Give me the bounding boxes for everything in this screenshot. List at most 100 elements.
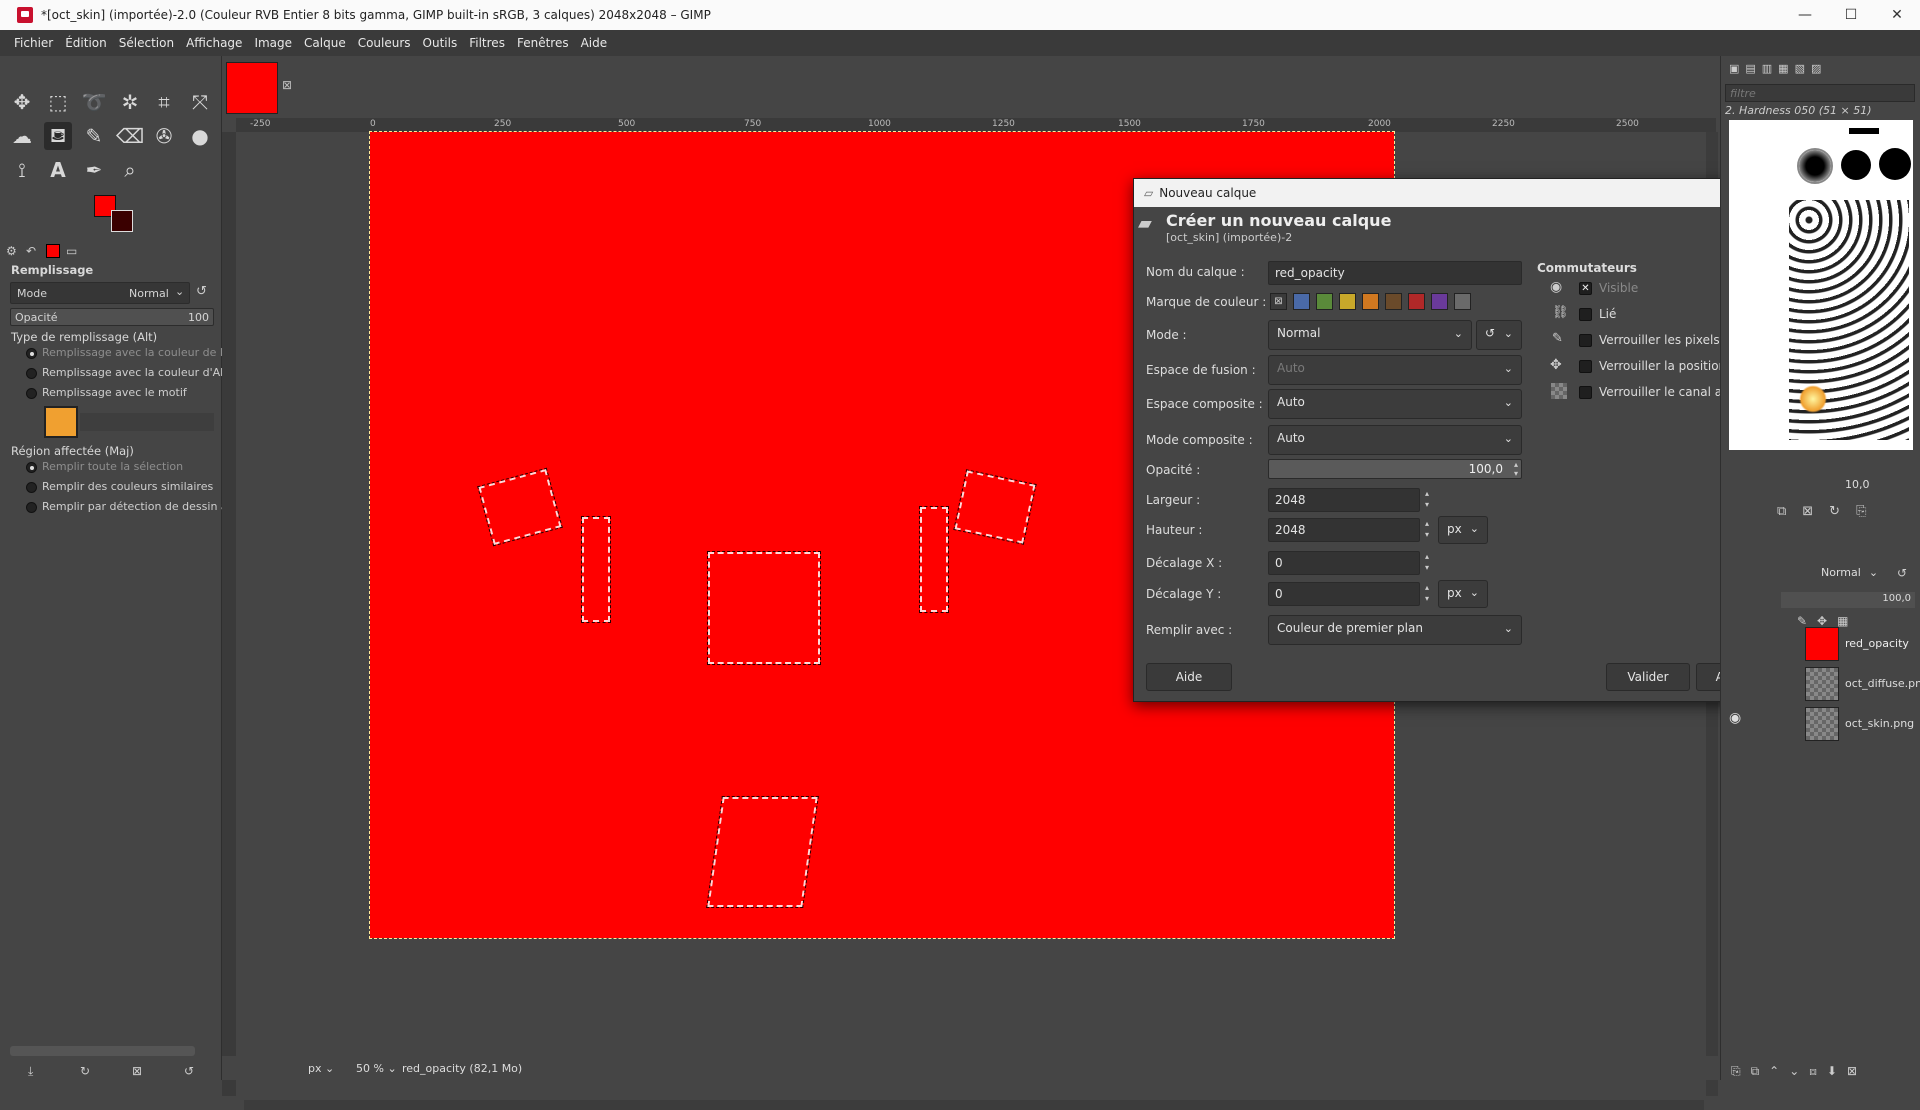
move-tool-icon[interactable]: ✥	[8, 88, 36, 116]
blend-space-combo[interactable]: Auto ⌄	[1268, 355, 1522, 385]
tag-yellow-swatch[interactable]	[1339, 293, 1356, 310]
horizontal-scrollbar[interactable]	[244, 1100, 1704, 1110]
fill-lineart-radio[interactable]	[26, 502, 37, 513]
tag-orange-swatch[interactable]	[1362, 293, 1379, 310]
reset-layer-mode-icon[interactable]: ↺	[1897, 566, 1907, 580]
background-color-swatch[interactable]	[111, 210, 133, 232]
zoom-combo[interactable]: 50 % ⌄	[356, 1062, 402, 1075]
eraser-tool-icon[interactable]: ⌫	[116, 122, 144, 150]
tag-gray-swatch[interactable]	[1454, 293, 1471, 310]
fill-bg-radio[interactable]	[26, 368, 37, 379]
brush-item[interactable]	[1879, 148, 1911, 180]
paths-tool-icon[interactable]: ⟟	[8, 156, 36, 184]
brush-actions[interactable]: ⧉⊠↻⎘	[1777, 504, 1882, 519]
lock-pixels-checkbox[interactable]	[1579, 334, 1592, 347]
height-spin-icon[interactable]: ▴ ▾	[1420, 518, 1434, 542]
menu-fichier[interactable]: Fichier	[8, 36, 59, 50]
fill-selection-radio[interactable]	[26, 462, 37, 473]
brush-filter-input[interactable]: filtre	[1725, 84, 1915, 102]
save-options-icon[interactable]: ⤓	[28, 1064, 33, 1079]
tag-violet-swatch[interactable]	[1431, 293, 1448, 310]
menu-calque[interactable]: Calque	[298, 36, 352, 50]
mode-group-combo[interactable]: ↺ ⌄	[1476, 320, 1522, 350]
reset-mode-icon[interactable]: ↺	[196, 284, 207, 299]
menu-aide[interactable]: Aide	[575, 36, 614, 50]
brush-item[interactable]	[1849, 128, 1879, 134]
brush-grid[interactable]	[1729, 120, 1913, 450]
tag-green-swatch[interactable]	[1316, 293, 1333, 310]
tag-brown-swatch[interactable]	[1385, 293, 1402, 310]
restore-options-icon[interactable]: ↻	[80, 1064, 90, 1078]
dock-tabs[interactable]: ▣▤▥▦▧▨	[1729, 62, 1909, 78]
bucket-fill-tool-icon[interactable]: ⛾	[44, 122, 72, 150]
eye-icon[interactable]: ◉	[1729, 710, 1741, 726]
tag-blue-swatch[interactable]	[1293, 293, 1310, 310]
offset-x-input[interactable]: 0	[1268, 551, 1420, 575]
color-tab-icon[interactable]	[46, 244, 60, 258]
clone-tool-icon[interactable]: ✇	[150, 122, 178, 150]
tool-options-tab-icon[interactable]: ⚙	[6, 244, 20, 258]
reset-options-icon[interactable]: ↺	[184, 1064, 194, 1078]
lock-position-checkbox[interactable]	[1579, 360, 1592, 373]
opacity-slider[interactable]: Opacité 100	[10, 308, 214, 326]
fuzzy-select-tool-icon[interactable]: ✲	[116, 88, 144, 116]
composite-mode-combo[interactable]: Auto ⌄	[1268, 425, 1522, 455]
fill-pattern-radio[interactable]	[26, 388, 37, 399]
warp-tool-icon[interactable]: ☁	[8, 122, 36, 150]
brush-item[interactable]	[1799, 385, 1827, 413]
menu-image[interactable]: Image	[248, 36, 298, 50]
undo-history-tab-icon[interactable]: ↶	[26, 244, 40, 258]
close-window-button[interactable]: ✕	[1874, 7, 1920, 23]
offset-x-spin-icon[interactable]: ▴ ▾	[1420, 551, 1434, 575]
transform-tool-icon[interactable]: ⤧	[186, 88, 214, 116]
mode-combo[interactable]: Mode Normal ⌄	[10, 282, 190, 304]
menu-edition[interactable]: Édition	[59, 36, 113, 50]
composite-space-combo[interactable]: Auto ⌄	[1268, 389, 1522, 419]
menu-couleurs[interactable]: Couleurs	[352, 36, 417, 50]
color-picker-tool-icon[interactable]: ✒	[80, 156, 108, 184]
lasso-tool-icon[interactable]: ➰	[80, 88, 108, 116]
menu-filtres[interactable]: Filtres	[463, 36, 511, 50]
offset-y-spin-icon[interactable]: ▴ ▾	[1420, 582, 1434, 606]
maximize-button[interactable]: ☐	[1828, 7, 1874, 23]
layer-row-red-opacity[interactable]: red_opacity	[1805, 624, 1920, 664]
layer-row-oct-skin[interactable]: oct_skin.png	[1805, 704, 1920, 744]
pattern-preview[interactable]	[44, 406, 78, 438]
rect-select-tool-icon[interactable]: ⬚	[44, 88, 72, 116]
brush-item[interactable]	[1841, 150, 1871, 180]
fill-combo[interactable]: Couleur de premier plan ⌄	[1268, 615, 1522, 645]
ok-button[interactable]: Valider	[1606, 663, 1690, 691]
offset-y-input[interactable]: 0	[1268, 582, 1420, 606]
opacity-slider[interactable]: 100,0 ▴ ▾	[1268, 459, 1522, 479]
fill-fg-radio[interactable]	[26, 348, 37, 359]
layer-mode-combo[interactable]: Normal ⌄	[1821, 566, 1907, 586]
fill-similar-radio[interactable]	[26, 482, 37, 493]
crop-tool-icon[interactable]: ⌗	[150, 88, 178, 116]
layer-row-oct-diffuse[interactable]: oct_diffuse.png	[1805, 664, 1920, 704]
layer-opacity-slider[interactable]: 100,0	[1781, 592, 1915, 608]
delete-options-icon[interactable]: ⊠	[132, 1064, 142, 1078]
height-input[interactable]: 2048	[1268, 518, 1420, 542]
paintbrush-tool-icon[interactable]: ✎	[80, 122, 108, 150]
close-image-tab-icon[interactable]: ⊠	[282, 78, 292, 92]
selected-brush[interactable]	[1797, 148, 1833, 184]
help-button[interactable]: Aide	[1146, 663, 1232, 691]
smudge-tool-icon[interactable]: ●	[186, 122, 214, 150]
text-tool-icon[interactable]: A	[44, 156, 72, 184]
tag-red-swatch[interactable]	[1408, 293, 1425, 310]
menu-affichage[interactable]: Affichage	[180, 36, 248, 50]
minimize-button[interactable]: —	[1782, 7, 1828, 23]
offset-unit-combo[interactable]: px ⌄	[1438, 580, 1488, 608]
visible-checkbox[interactable]: ✕	[1579, 282, 1592, 295]
size-unit-combo[interactable]: px ⌄	[1438, 516, 1488, 544]
menu-outils[interactable]: Outils	[417, 36, 464, 50]
no-tag-swatch[interactable]: ⊠	[1270, 293, 1287, 310]
layer-mode-combo[interactable]: Normal ⌄	[1268, 320, 1472, 350]
menu-selection[interactable]: Sélection	[113, 36, 180, 50]
image-tab-thumbnail[interactable]	[226, 62, 278, 114]
layer-actions[interactable]: ⎘⧉⌃⌄⧈⬇⊠	[1731, 1064, 1867, 1079]
lock-alpha-checkbox[interactable]	[1579, 386, 1592, 399]
unit-combo[interactable]: px ⌄	[308, 1062, 356, 1075]
toolbox-scrollbar[interactable]	[10, 1046, 195, 1056]
images-tab-icon[interactable]: ▭	[66, 244, 80, 258]
